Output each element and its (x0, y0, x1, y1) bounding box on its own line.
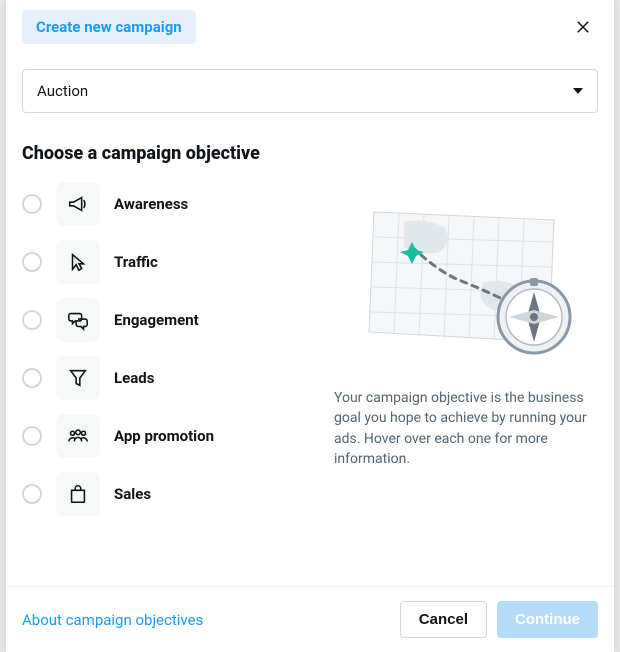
objective-label: Sales (114, 485, 151, 503)
radio-sales[interactable] (22, 484, 42, 504)
radio-leads[interactable] (22, 368, 42, 388)
about-objectives-link[interactable]: About campaign objectives (22, 611, 203, 629)
modal-footer: About campaign objectives Cancel Continu… (6, 586, 614, 652)
objective-list: Awareness Traffic (22, 182, 302, 586)
continue-button[interactable]: Continue (497, 601, 598, 638)
objective-label: Engagement (114, 311, 199, 329)
objective-label: Leads (114, 369, 154, 387)
cancel-button[interactable]: Cancel (400, 601, 487, 638)
objective-sales[interactable]: Sales (22, 472, 302, 516)
icon-box (56, 298, 100, 342)
objective-label: App promotion (114, 427, 214, 445)
footer-buttons: Cancel Continue (400, 601, 598, 638)
help-text: Your campaign objective is the business … (330, 388, 598, 469)
icon-box (56, 356, 100, 400)
objective-awareness[interactable]: Awareness (22, 182, 302, 226)
icon-box (56, 472, 100, 516)
objective-label: Traffic (114, 253, 158, 271)
radio-awareness[interactable] (22, 194, 42, 214)
megaphone-icon (67, 193, 89, 215)
close-icon (574, 18, 592, 36)
create-campaign-badge[interactable]: Create new campaign (22, 10, 196, 44)
icon-box (56, 182, 100, 226)
icon-box (56, 414, 100, 458)
objective-traffic[interactable]: Traffic (22, 240, 302, 284)
section-title: Choose a campaign objective (6, 113, 614, 182)
content-area: Awareness Traffic (6, 182, 614, 586)
map-compass-illustration (344, 192, 584, 372)
people-icon (67, 425, 89, 447)
shopping-bag-icon (67, 483, 89, 505)
icon-box (56, 240, 100, 284)
chevron-down-icon (573, 88, 583, 94)
objective-label: Awareness (114, 195, 188, 213)
radio-engagement[interactable] (22, 310, 42, 330)
radio-traffic[interactable] (22, 252, 42, 272)
objective-app-promotion[interactable]: App promotion (22, 414, 302, 458)
chat-bubbles-icon (67, 309, 89, 331)
close-button[interactable] (568, 12, 598, 45)
campaign-type-dropdown[interactable]: Auction (22, 69, 598, 113)
objective-leads[interactable]: Leads (22, 356, 302, 400)
funnel-icon (67, 367, 89, 389)
cursor-icon (67, 251, 89, 273)
dropdown-container: Auction (6, 45, 614, 113)
dropdown-selected-value: Auction (37, 82, 88, 100)
objective-engagement[interactable]: Engagement (22, 298, 302, 342)
info-panel: Your campaign objective is the business … (330, 182, 598, 586)
modal-header: Create new campaign (6, 0, 614, 45)
campaign-modal: Create new campaign Auction Choose a cam… (6, 0, 614, 652)
radio-app-promotion[interactable] (22, 426, 42, 446)
